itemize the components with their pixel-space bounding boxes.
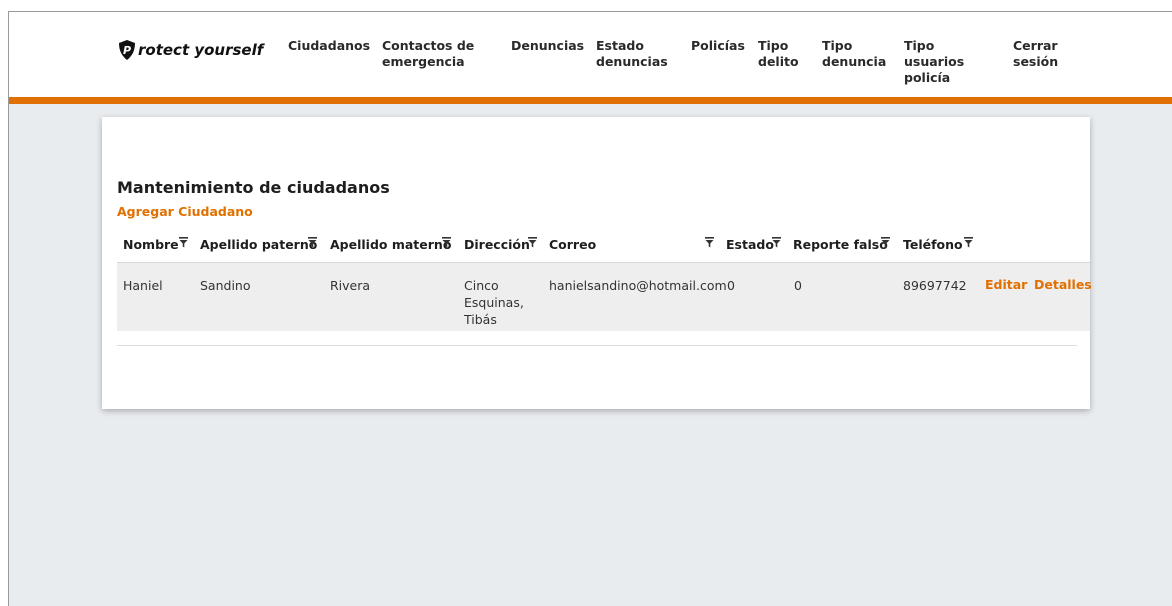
cell-correo: hanielsandino@hotmail.com (549, 278, 727, 293)
filter-icon[interactable] (442, 237, 451, 248)
cell-apellido-paterno: Sandino (200, 278, 251, 293)
column-header-correo[interactable]: Correo (549, 237, 596, 252)
filter-icon[interactable] (705, 237, 714, 248)
nav-ciudadanos[interactable]: Ciudadanos (288, 38, 370, 54)
logo-letter: P (123, 44, 131, 57)
brand-name: rotect yourself (138, 41, 264, 59)
filter-icon[interactable] (308, 237, 317, 248)
details-link[interactable]: Detalles (1034, 277, 1092, 292)
filter-icon[interactable] (772, 237, 781, 248)
cell-telefono: 89697742 (903, 278, 967, 293)
brand-logo[interactable]: P rotect yourself (117, 37, 263, 63)
column-header-apellido-paterno[interactable]: Apellido paterno (200, 237, 317, 252)
cell-direccion: Cinco Esquinas, Tibás (464, 278, 524, 327)
column-header-apellido-materno[interactable]: Apellido materno (330, 237, 451, 252)
filter-icon[interactable] (964, 237, 973, 248)
cell-reporte-falso: 0 (794, 278, 802, 293)
cell-apellido-materno: Rivera (330, 278, 371, 293)
nav-cerrar-sesion[interactable]: Cerrar sesión (1013, 38, 1063, 70)
nav-tipo-delito[interactable]: Tipo delito (758, 38, 802, 70)
column-header-direccion[interactable]: Dirección (464, 237, 530, 252)
filter-icon[interactable] (881, 237, 890, 248)
filter-icon[interactable] (528, 237, 537, 248)
table-row (117, 262, 1090, 331)
nav-policias[interactable]: Policías (691, 38, 745, 54)
edit-link[interactable]: Editar (985, 277, 1027, 292)
shield-logo-icon: P (119, 40, 135, 60)
top-navbar: P rotect yourself Ciudadanos Contactos d… (9, 12, 1172, 104)
column-header-estado[interactable]: Estado (726, 237, 774, 252)
ciudadanos-card: Mantenimiento de ciudadanos Agregar Ciud… (102, 117, 1092, 409)
column-header-reporte-falso[interactable]: Reporte falso (793, 237, 888, 252)
cell-nombre: Haniel (123, 278, 163, 293)
nav-tipo-usuarios-policia[interactable]: Tipo usuarios policía (904, 38, 994, 86)
nav-tipo-denuncia[interactable]: Tipo denuncia (822, 38, 886, 70)
filter-icon[interactable] (179, 237, 188, 248)
column-header-nombre[interactable]: Nombre (123, 237, 179, 252)
nav-estado-denuncias[interactable]: Estado denuncias (596, 38, 671, 70)
page-title: Mantenimiento de ciudadanos (117, 178, 390, 197)
browser-viewport: P rotect yourself Ciudadanos Contactos d… (8, 11, 1172, 606)
table-divider (117, 345, 1077, 346)
add-ciudadano-link[interactable]: Agregar Ciudadano (117, 204, 253, 219)
nav-contactos-emergencia[interactable]: Contactos de emergencia (382, 38, 482, 70)
nav-denuncias[interactable]: Denuncias (511, 38, 584, 54)
column-header-telefono[interactable]: Teléfono (903, 237, 963, 252)
cell-estado: 0 (727, 278, 735, 293)
